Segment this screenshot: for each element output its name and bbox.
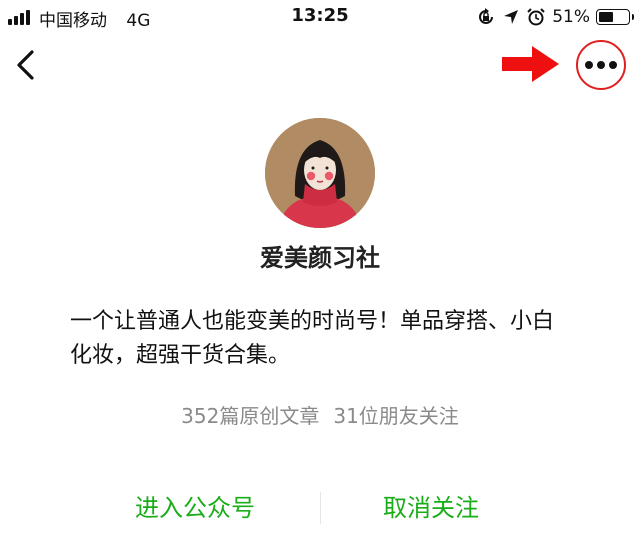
location-arrow-icon bbox=[504, 10, 519, 24]
article-count: 352篇原创文章 bbox=[181, 404, 320, 428]
account-stats: 352篇原创文章 31位朋友关注 bbox=[0, 400, 640, 429]
status-icons: 51% bbox=[476, 5, 634, 29]
ellipsis-icon bbox=[585, 61, 617, 69]
battery-percent: 51% bbox=[552, 7, 590, 27]
action-bar: 进入公众号 取消关注 bbox=[0, 488, 640, 528]
battery-level bbox=[599, 12, 613, 22]
divider bbox=[320, 492, 321, 524]
unfollow-button[interactable]: 取消关注 bbox=[336, 488, 526, 528]
chevron-left-icon bbox=[17, 50, 34, 80]
avatar-illustration bbox=[265, 118, 375, 228]
account-description: 一个让普通人也能变美的时尚号！单品穿搭、小白化妆，超强干货合集。 bbox=[70, 309, 555, 368]
alarm-icon bbox=[527, 8, 545, 26]
red-arrow-icon bbox=[502, 46, 559, 82]
back-button[interactable] bbox=[12, 44, 42, 86]
friend-follow-count: 31位朋友关注 bbox=[333, 404, 459, 428]
more-button[interactable] bbox=[576, 40, 626, 90]
enter-account-button[interactable]: 进入公众号 bbox=[100, 488, 290, 528]
status-bar: 中国移动 4G 13:25 51% bbox=[0, 0, 640, 34]
account-name: 爱美颜习社 bbox=[260, 244, 380, 272]
battery-icon bbox=[596, 9, 634, 25]
rotation-lock-icon bbox=[479, 8, 494, 24]
avatar bbox=[265, 118, 375, 228]
